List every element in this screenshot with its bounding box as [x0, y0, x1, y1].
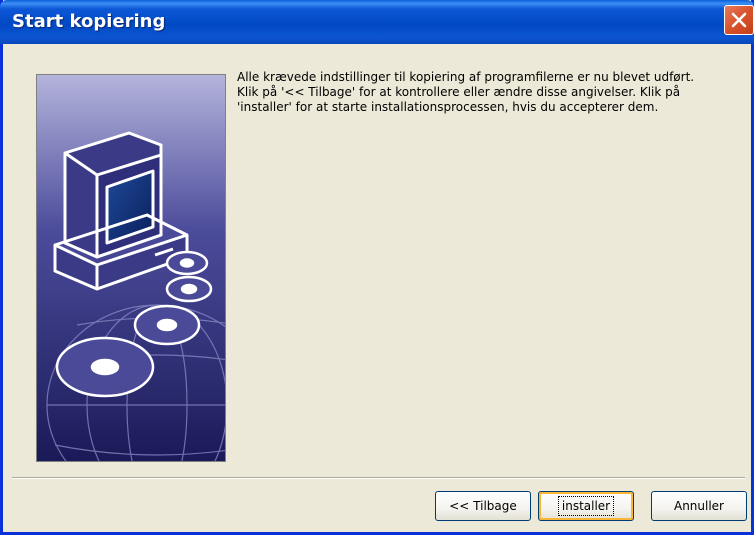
back-button[interactable]: << Tilbage [435, 491, 531, 521]
window-title: Start kopiering [12, 11, 166, 32]
install-button[interactable]: installer [538, 491, 634, 521]
footer-separator [12, 477, 745, 479]
install-button-label: installer [557, 496, 615, 516]
back-button-label: << Tilbage [449, 499, 517, 513]
computer-discs-globe-illustration [37, 75, 225, 461]
instruction-text: Alle krævede indstillinger til kopiering… [237, 70, 695, 114]
title-bar[interactable]: Start kopiering [0, 0, 754, 44]
setup-dialog-window: Start kopiering Alle krævede indstilling… [0, 0, 754, 535]
cancel-button[interactable]: Annuller [651, 491, 747, 521]
cancel-button-label: Annuller [673, 499, 724, 513]
setup-illustration [36, 74, 226, 462]
close-icon [731, 12, 747, 28]
close-button[interactable] [724, 5, 754, 35]
